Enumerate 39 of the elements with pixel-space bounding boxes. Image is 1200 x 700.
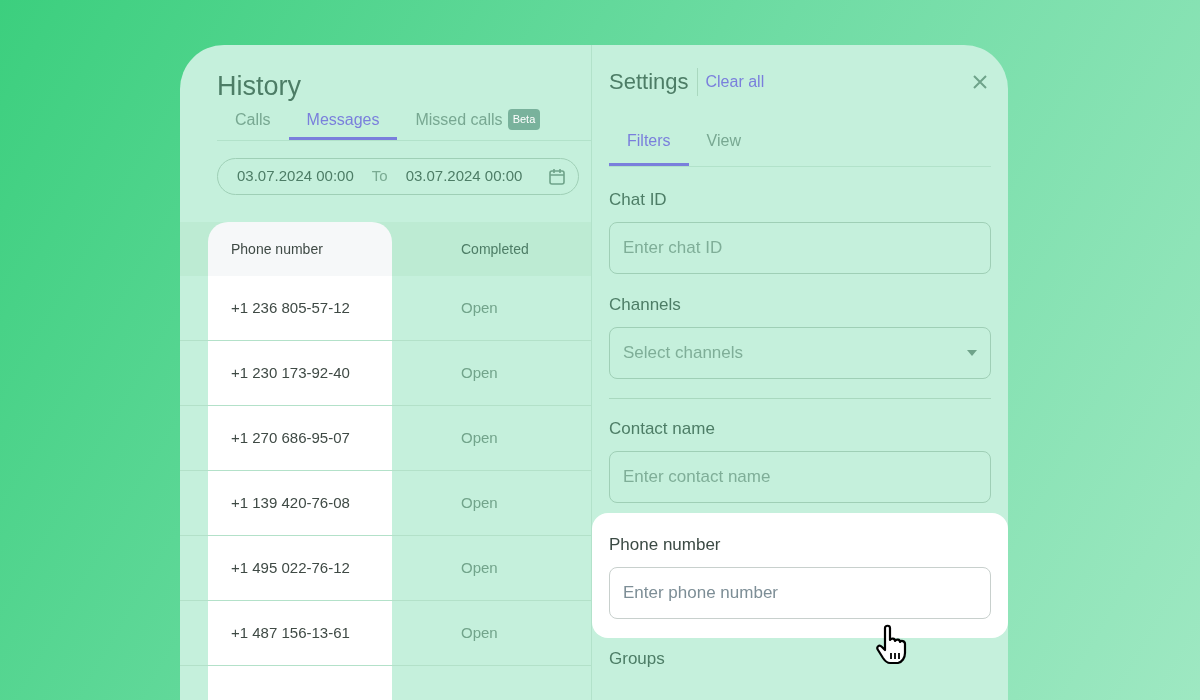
table-cell: +1 495 022-76-12 [208, 536, 392, 600]
date-from: 03.07.2024 00:00 [237, 166, 354, 187]
field-label: Channels [609, 294, 682, 316]
table-cell-text: Open [460, 622, 498, 643]
table-cell: +1 230 173-92-40 [208, 341, 392, 405]
tab[interactable]: Missed calls Beta [397, 102, 559, 140]
close-icon[interactable] [973, 75, 987, 90]
field-label: Groups [609, 648, 666, 670]
panel-title: History [217, 70, 302, 102]
field-label: Phone number [609, 534, 722, 556]
field-label: Contact name [609, 418, 716, 440]
beta-badge: Beta [507, 109, 541, 130]
column-header: Completed [460, 239, 529, 259]
caret-icon [967, 350, 977, 356]
table-cell-text: Open [460, 557, 498, 578]
input-field[interactable]: Enter contact name [609, 451, 991, 503]
input-field[interactable]: Enter phone number [609, 567, 991, 619]
table-cell-text: Open [460, 362, 498, 383]
tab[interactable]: Calls [217, 102, 289, 140]
date-separator: To [371, 166, 388, 187]
tab[interactable]: View [688, 118, 759, 166]
calendar-icon[interactable] [548, 167, 566, 186]
field-label: Chat ID [609, 189, 668, 211]
table-cell-text: Open [460, 492, 498, 513]
date-to: 03.07.2024 00:00 [405, 166, 523, 187]
table-cell-text: Open [460, 297, 498, 318]
table-cell: +1 139 420-76-08 [208, 471, 392, 535]
column-header: Phone number [208, 222, 392, 276]
table-cell: +1 236 805-57-12 [208, 276, 392, 340]
input-field[interactable]: Enter chat ID [609, 222, 991, 274]
select-field[interactable]: Select channels [609, 327, 991, 379]
table-cell: +1 487 156-13-61 [208, 601, 392, 665]
settings-title: Settings [609, 67, 698, 96]
table-cell: +1 270 686-95-07 [208, 406, 392, 470]
table-cell-text: Open [460, 427, 498, 448]
tab[interactable]: Filters [609, 118, 689, 166]
select-placeholder: Select channels [623, 342, 744, 365]
tab[interactable]: Messages [288, 102, 398, 140]
clear-all-link[interactable]: Clear all [697, 69, 765, 94]
